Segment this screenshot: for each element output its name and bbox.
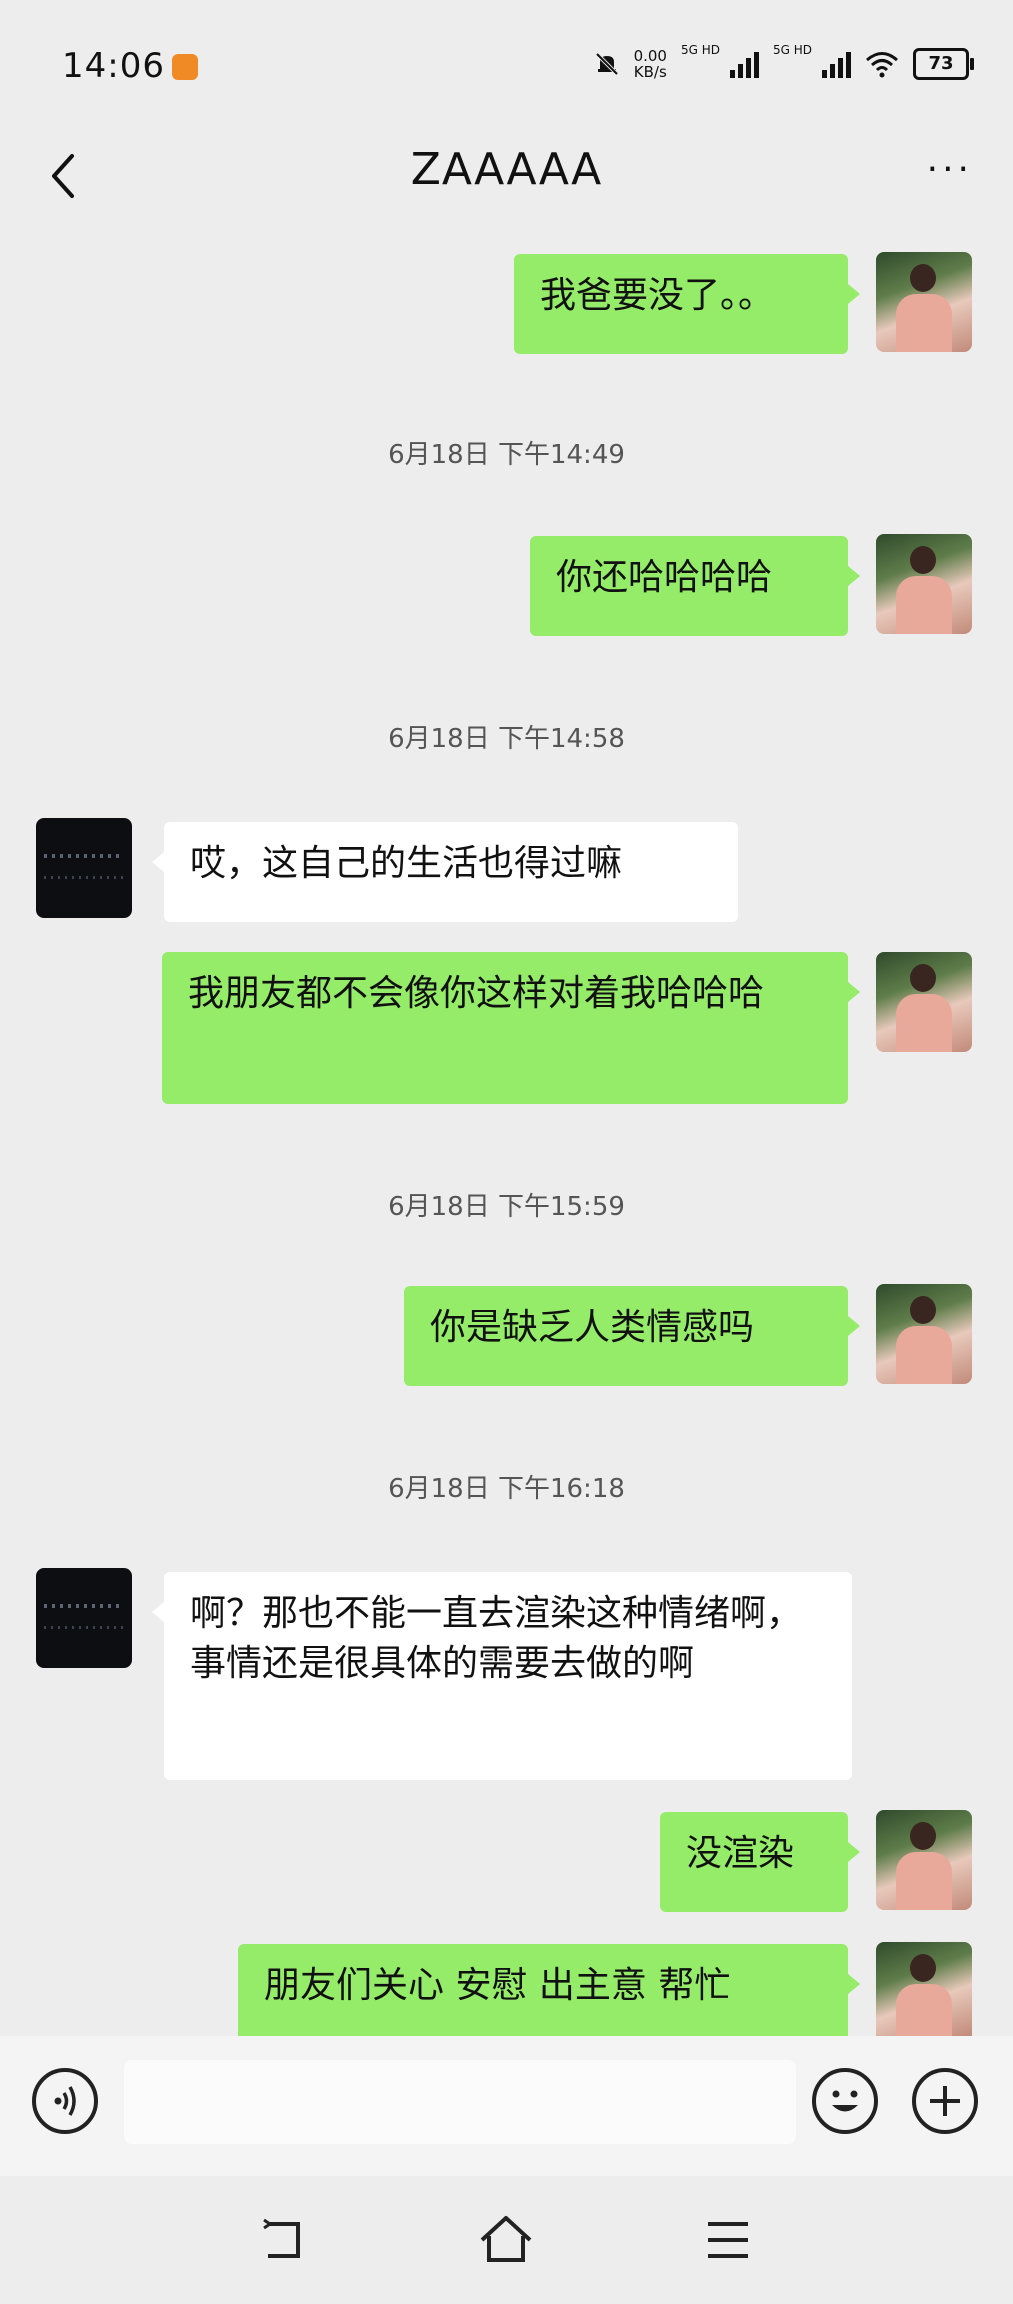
system-navigation-bar	[0, 2176, 1013, 2304]
message-bubble-outgoing[interactable]: 我爸要没了。。	[514, 254, 860, 354]
wifi-icon	[866, 52, 898, 78]
chat-title: ZAAAAA	[410, 144, 603, 195]
message-bubble-incoming[interactable]: 哎，这自己的生活也得过嘛	[152, 822, 738, 922]
more-functions-button[interactable]	[912, 2068, 978, 2134]
timestamp: 6月18日 下午16:18	[388, 1474, 625, 1504]
network-speed-value: 0.00	[633, 47, 667, 65]
input-bar	[0, 2036, 1013, 2176]
chat-header: ZAAAAA ···	[0, 130, 1013, 220]
smiley-icon	[832, 2090, 858, 2112]
message-bubble-outgoing[interactable]: 我朋友都不会像你这样对着我哈哈哈	[162, 952, 860, 1104]
message-bubble-outgoing[interactable]: 朋友们关心 安慰 出主意 帮忙	[238, 1944, 860, 2036]
message-bubble-incoming[interactable]: 啊？那也不能一直去渲染这种情绪啊，事情还是很具体的需要去做的啊	[152, 1572, 852, 1780]
more-options-button[interactable]: ···	[927, 152, 973, 188]
my-avatar[interactable]	[876, 1810, 972, 1910]
network-speed: 0.00 KB/s	[634, 48, 667, 80]
plus-icon	[930, 2086, 960, 2116]
timestamp: 6月18日 下午14:58	[388, 724, 625, 754]
my-avatar[interactable]	[876, 252, 972, 352]
timestamp: 6月18日 下午15:59	[388, 1192, 625, 1222]
app-notification-icon	[172, 54, 198, 80]
network-speed-unit: KB/s	[633, 63, 667, 81]
contact-avatar[interactable]	[36, 1568, 132, 1668]
nav-back-icon[interactable]	[254, 2212, 314, 2268]
timestamp: 6月18日 下午14:49	[388, 440, 625, 470]
message-bubble-outgoing[interactable]: 你还哈哈哈哈	[530, 536, 860, 636]
message-input[interactable]	[124, 2060, 796, 2144]
status-time: 14:06	[62, 46, 165, 86]
battery-indicator: 73	[913, 48, 974, 80]
emoji-button[interactable]	[812, 2068, 878, 2134]
voice-icon	[54, 2086, 76, 2116]
message-bubble-outgoing[interactable]: 你是缺乏人类情感吗	[404, 1286, 860, 1386]
sim2-signal-icon	[822, 50, 851, 78]
sim2-label: 5G HD	[772, 42, 812, 57]
sim1-signal-icon	[729, 50, 759, 78]
nav-menu-icon[interactable]	[698, 2212, 758, 2268]
contact-avatar[interactable]	[36, 818, 132, 918]
my-avatar[interactable]	[876, 952, 972, 1052]
status-indicators: 0.00 KB/s 5G HD 5G HD 73	[594, 43, 974, 80]
message-bubble-outgoing[interactable]: 没渲染	[660, 1812, 860, 1912]
nav-home-icon[interactable]	[476, 2212, 536, 2268]
mute-bell-icon	[595, 52, 618, 76]
my-avatar[interactable]	[876, 1942, 972, 2036]
sim1-label: 5G HD	[680, 42, 720, 57]
my-avatar[interactable]	[876, 534, 972, 634]
my-avatar[interactable]	[876, 1284, 972, 1384]
status-bar: 14:06 0.00 KB/s 5G HD 5G HD 73	[0, 0, 1013, 130]
voice-input-button[interactable]	[32, 2068, 98, 2134]
